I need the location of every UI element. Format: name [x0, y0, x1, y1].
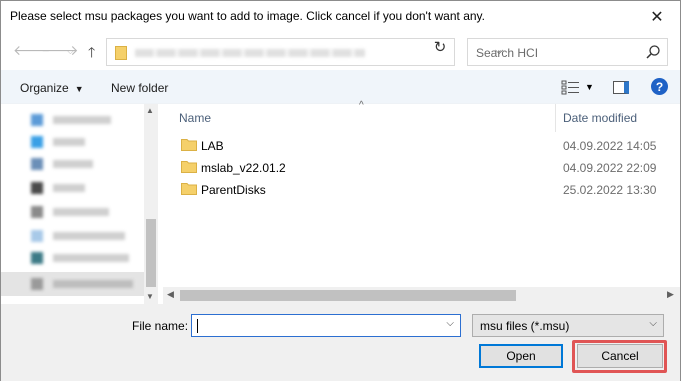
nav-icon [31, 206, 43, 218]
scroll-thumb[interactable] [180, 290, 516, 301]
up-button[interactable]: 🡑 [88, 42, 95, 66]
address-path [135, 49, 365, 57]
nav-label [53, 208, 109, 216]
file-name-input[interactable]: ⌵ [191, 314, 461, 337]
chevron-down-icon: ▼ [74, 84, 84, 94]
file-date: 04.09.2022 22:09 [563, 161, 657, 175]
file-type-value: msu files (*.msu) [480, 319, 570, 333]
nav-label [53, 138, 85, 146]
dialog-footer: File name: ⌵ msu files (*.msu) ⌵ Open Ca… [1, 304, 680, 381]
nav-scrollbar[interactable]: ▲ ▼ [144, 104, 158, 304]
scroll-right-icon[interactable]: ▶ [667, 289, 674, 300]
file-date: 04.09.2022 14:05 [563, 139, 657, 153]
organize-label: Organize [20, 81, 69, 95]
nav-icon [31, 252, 43, 264]
file-name: LAB [201, 139, 224, 153]
file-name: ParentDisks [201, 183, 266, 197]
list-item[interactable]: LAB 04.09.2022 14:05 [173, 135, 680, 157]
nav-label [53, 280, 133, 288]
navigation-pane: ▲ ▼ [1, 104, 158, 304]
refresh-button[interactable]: ↻ [428, 36, 452, 58]
column-divider[interactable] [555, 104, 556, 132]
file-open-dialog: Please select msu packages you want to a… [0, 0, 681, 381]
folder-icon [181, 183, 197, 195]
close-icon: ✕ [650, 8, 664, 26]
file-type-select[interactable]: msu files (*.msu) ⌵ [472, 314, 664, 337]
address-bar[interactable]: ⌵ [106, 38, 503, 66]
scroll-up-icon[interactable]: ▲ [146, 106, 154, 115]
nav-label [53, 254, 129, 262]
nav-label [53, 116, 111, 124]
nav-icon [31, 158, 43, 170]
command-bar: Organize ▼ New folder ▼ ? [1, 70, 680, 104]
file-date: 25.02.2022 13:30 [563, 183, 657, 197]
chevron-down-icon[interactable]: ⌵ [446, 318, 454, 329]
nav-icon [31, 230, 43, 242]
text-caret [197, 319, 198, 333]
recent-locations-chevron-icon[interactable]: ⌵ [67, 46, 74, 57]
nav-icon [31, 136, 43, 148]
nav-icon [31, 114, 43, 126]
nav-icon [31, 182, 43, 194]
scroll-left-icon[interactable]: ◀ [167, 289, 174, 300]
organize-menu[interactable]: Organize ▼ [20, 81, 84, 95]
address-row: 🡐 🡒 ⌵ 🡑 ⌵ ↻ Search HCI [1, 34, 680, 70]
view-options-chevron-icon[interactable]: ▼ [585, 82, 594, 92]
folder-icon [181, 161, 197, 173]
nav-label [53, 232, 125, 240]
close-button[interactable]: ✕ [634, 1, 680, 32]
refresh-icon: ↻ [433, 39, 447, 56]
chevron-down-icon: ⌵ [649, 318, 657, 329]
list-item[interactable]: ParentDisks 25.02.2022 13:30 [173, 179, 680, 201]
column-name-header[interactable]: Name [179, 111, 211, 125]
nav-label [53, 160, 93, 168]
file-list: ^ Name Date modified LAB 04.09.2022 14:0… [163, 100, 680, 304]
new-folder-button[interactable]: New folder [111, 81, 168, 95]
column-headers: ^ Name Date modified [163, 100, 680, 132]
scroll-thumb[interactable] [146, 219, 156, 287]
nav-icon [31, 278, 43, 290]
nav-label [53, 184, 85, 192]
column-date-header[interactable]: Date modified [563, 111, 637, 125]
search-placeholder: Search HCI [476, 46, 539, 60]
search-input[interactable]: Search HCI [467, 38, 668, 66]
scroll-down-icon[interactable]: ▼ [146, 292, 154, 301]
title-bar: Please select msu packages you want to a… [1, 1, 680, 33]
open-button[interactable]: Open [479, 344, 563, 368]
folder-icon [181, 139, 197, 151]
file-name: mslab_v22.01.2 [201, 161, 286, 175]
file-name-label: File name: [132, 319, 189, 333]
dialog-title: Please select msu packages you want to a… [10, 9, 485, 23]
help-icon[interactable]: ? [651, 78, 668, 95]
search-icon [646, 45, 660, 59]
list-item[interactable]: mslab_v22.01.2 04.09.2022 22:09 [173, 157, 680, 179]
folder-icon [115, 46, 127, 60]
sort-ascending-icon: ^ [359, 100, 364, 111]
horizontal-scrollbar[interactable]: ◀ ▶ [163, 287, 680, 304]
preview-pane-icon[interactable] [613, 81, 629, 94]
change-view-icon[interactable] [561, 79, 581, 95]
cancel-button[interactable]: Cancel [577, 344, 663, 368]
